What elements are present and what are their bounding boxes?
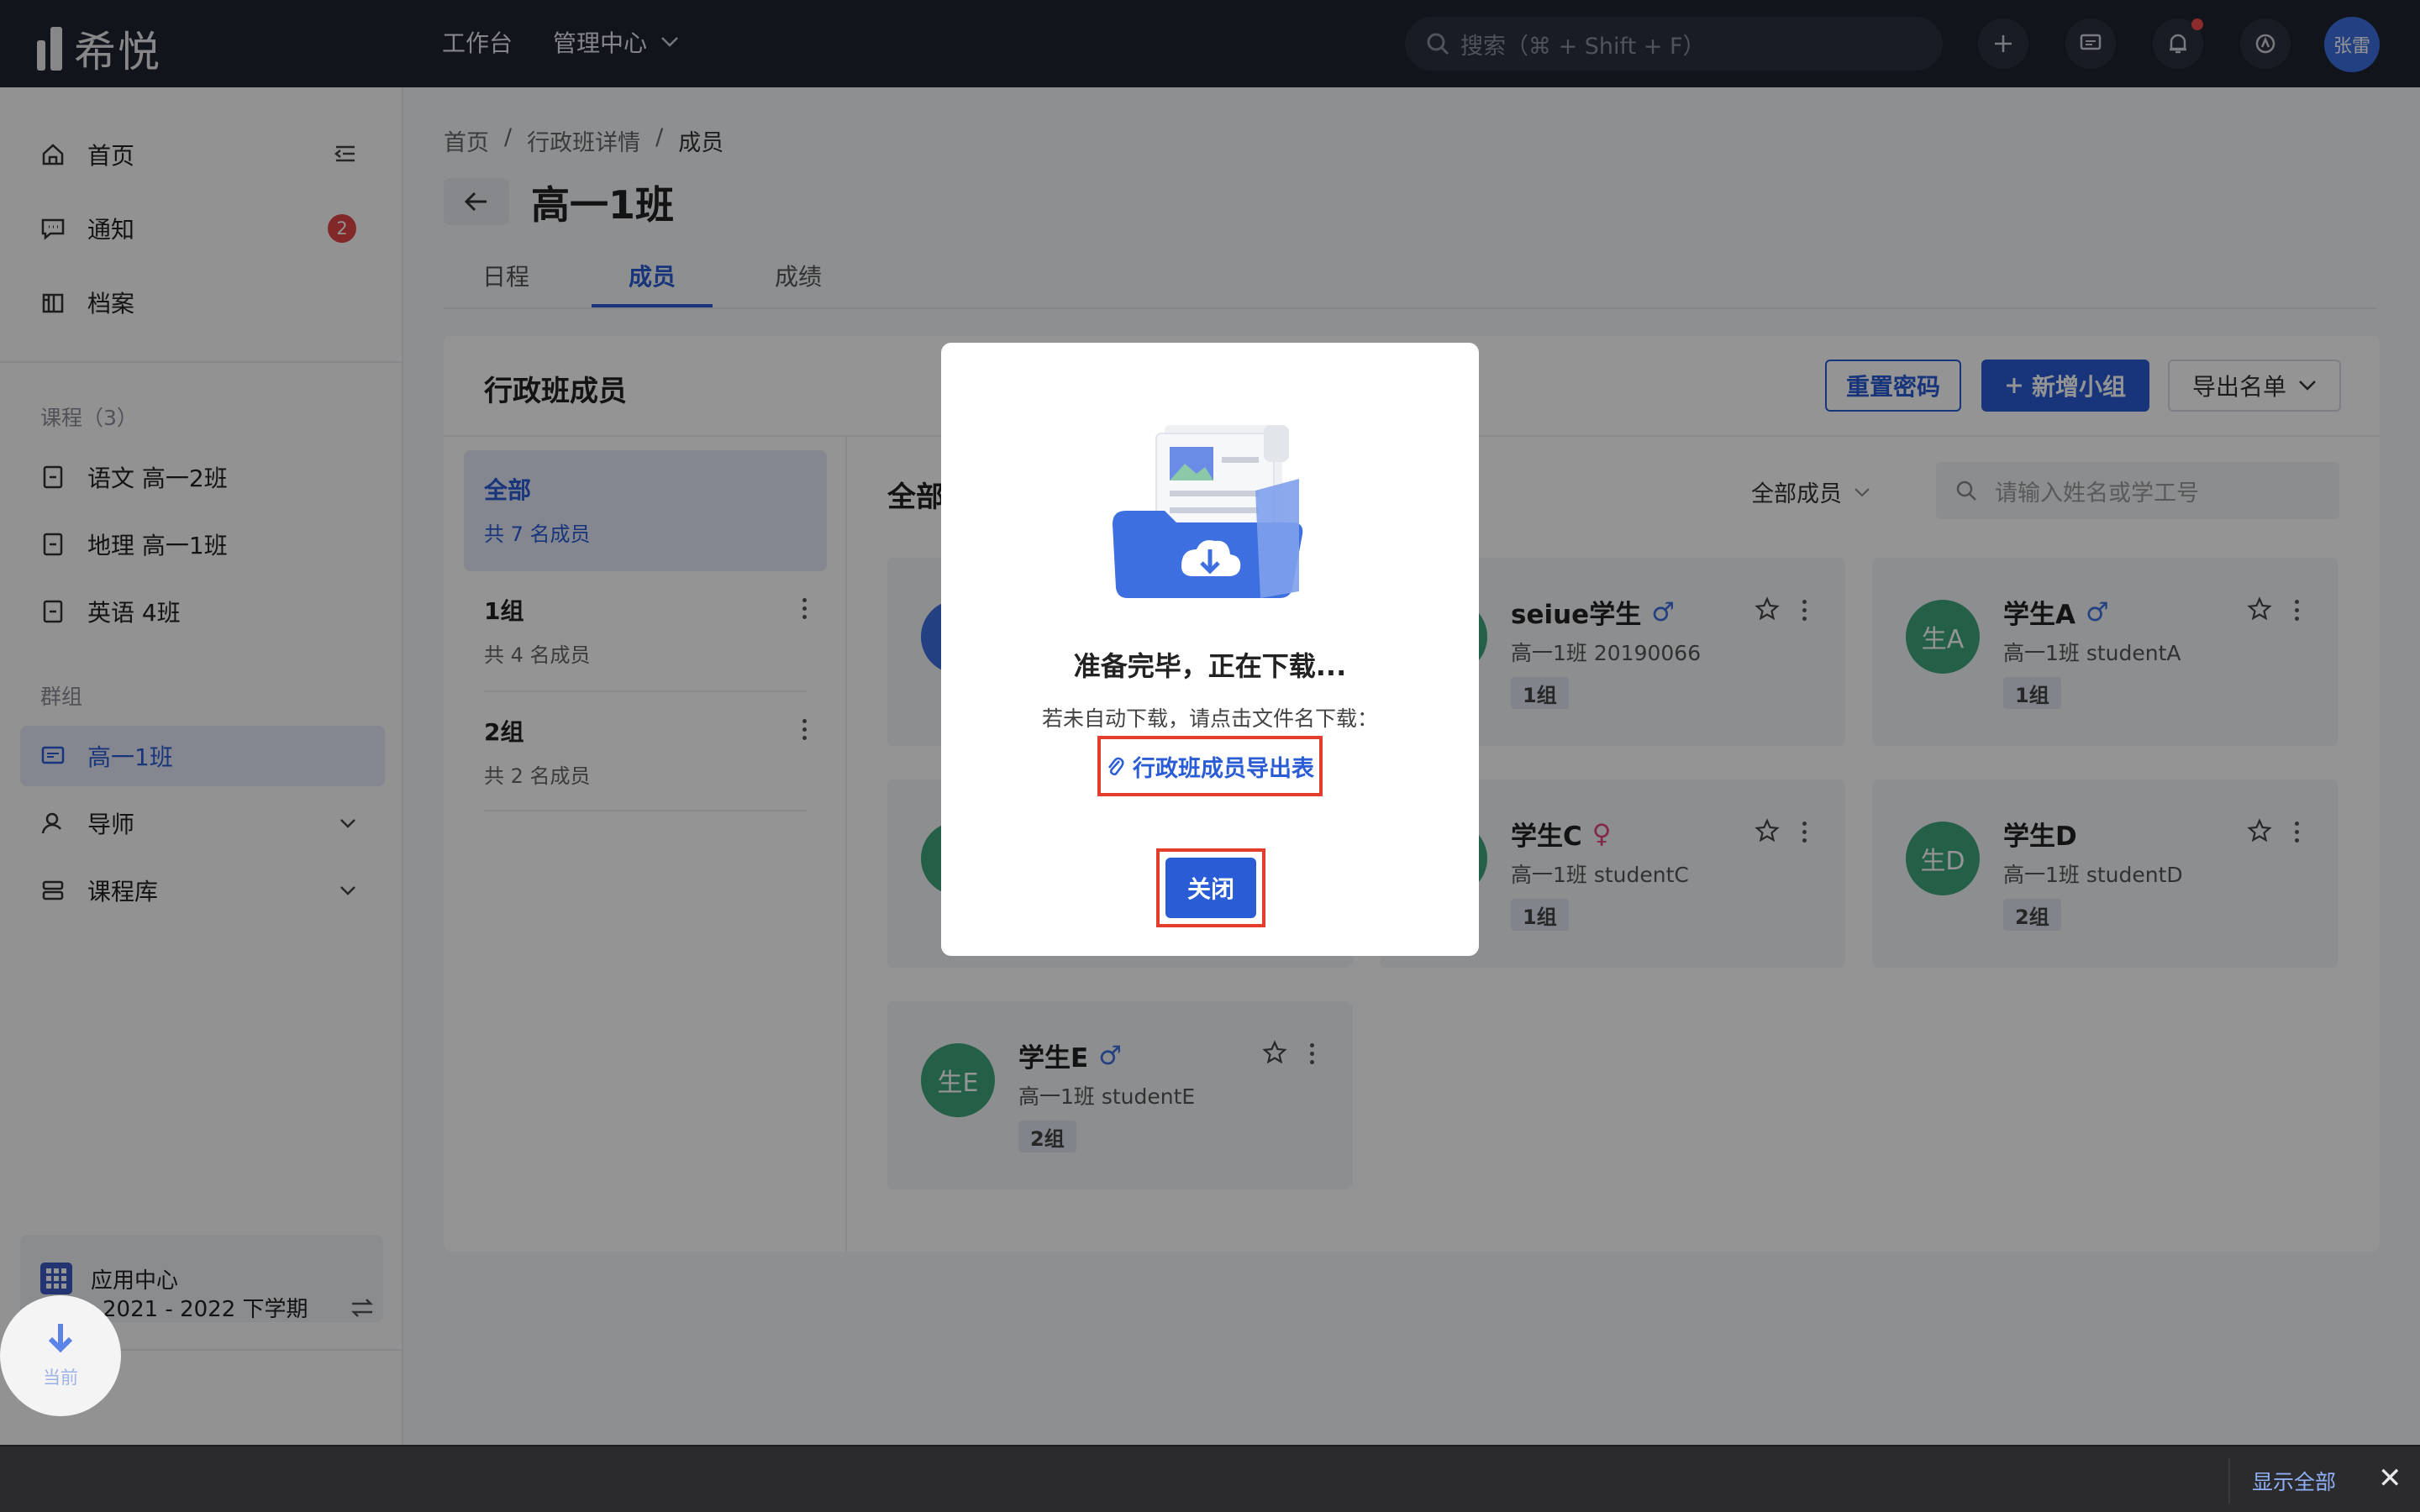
close-button-highlight: 关闭 xyxy=(1156,848,1265,927)
show-all-downloads-button[interactable]: 显示全部 xyxy=(2228,1458,2358,1504)
close-download-bar-icon[interactable]: ✕ xyxy=(2378,1462,2402,1495)
download-progress-bubble[interactable]: 当前 xyxy=(0,1295,121,1416)
modal-title: 准备完毕，正在下载... xyxy=(1073,650,1347,682)
download-modal: 准备完毕，正在下载... 若未自动下载，请点击文件名下载： 行政班成员导出表 关… xyxy=(941,343,1479,956)
show-all-label: 显示全部 xyxy=(2252,1470,2337,1494)
close-button[interactable]: 关闭 xyxy=(1165,858,1256,918)
modal-description: 若未自动下载，请点击文件名下载： xyxy=(1041,706,1378,731)
export-file-link[interactable]: 行政班成员导出表 xyxy=(1097,736,1323,796)
download-arrow-icon xyxy=(48,1324,73,1353)
browser-download-bar: 显示全部 ✕ xyxy=(0,1445,2420,1512)
download-bubble-label: 当前 xyxy=(43,1368,78,1388)
close-button-label: 关闭 xyxy=(1186,875,1234,903)
paperclip-icon xyxy=(1108,757,1124,776)
folder-download-illustration xyxy=(1113,425,1303,598)
export-file-link-label: 行政班成员导出表 xyxy=(1133,755,1314,782)
